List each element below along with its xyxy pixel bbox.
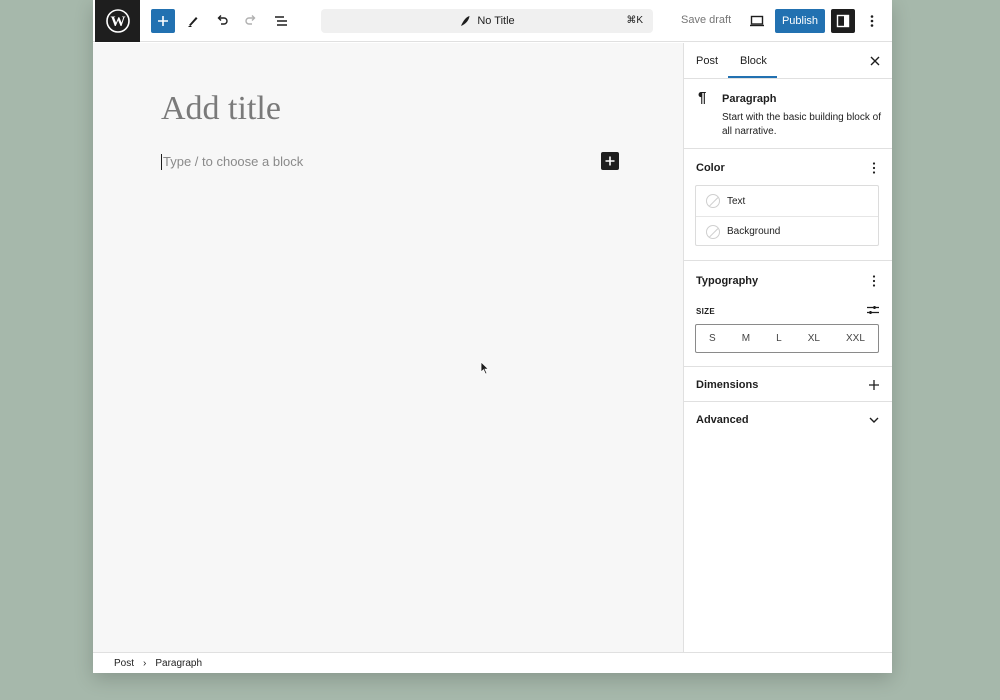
desktop-preview-icon — [750, 15, 764, 27]
plus-icon — [158, 16, 168, 26]
color-option-background[interactable]: Background — [696, 216, 878, 246]
redo-icon — [245, 15, 256, 25]
pen-icon — [188, 17, 198, 27]
settings-sidebar-toggle[interactable] — [831, 9, 855, 33]
list-view-icon — [275, 16, 287, 26]
block-add-button[interactable] — [601, 152, 619, 170]
sidebar-icon — [836, 14, 850, 28]
mouse-cursor-icon — [480, 361, 490, 375]
publish-button[interactable]: Publish — [775, 9, 825, 33]
plus-icon — [605, 156, 615, 166]
close-icon[interactable] — [868, 54, 882, 68]
settings-sidebar: Post Block ¶ Paragraph Start with the ba… — [683, 43, 892, 652]
paragraph-icon: ¶ — [698, 89, 707, 106]
command-palette-bar[interactable]: No Title ⌘K — [321, 9, 653, 33]
advanced-panel[interactable]: Advanced — [684, 402, 892, 437]
post-title-input[interactable]: Add title — [161, 90, 281, 128]
tab-post[interactable]: Post — [696, 55, 718, 67]
dimensions-panel[interactable]: Dimensions — [684, 367, 892, 402]
svg-text:W: W — [110, 14, 125, 30]
tab-block[interactable]: Block — [740, 55, 767, 67]
chevron-down-icon[interactable] — [868, 414, 880, 426]
font-size-l[interactable]: L — [772, 329, 786, 348]
font-size-xl[interactable]: XL — [804, 329, 824, 348]
feather-icon — [461, 16, 470, 26]
save-draft-button[interactable]: Save draft — [681, 14, 731, 26]
typography-panel-title: Typography — [696, 275, 759, 287]
tools-button[interactable] — [181, 9, 205, 33]
redo-button[interactable] — [239, 9, 263, 33]
color-swatch-icon — [706, 194, 720, 208]
font-size-xxl[interactable]: XXL — [842, 329, 869, 348]
color-option-text[interactable]: Text — [696, 186, 878, 216]
dimensions-panel-title: Dimensions — [696, 379, 759, 391]
paragraph-block-input[interactable]: Type / to choose a block — [161, 154, 303, 170]
breadcrumb-item-paragraph[interactable]: Paragraph — [155, 658, 202, 669]
undo-icon — [217, 15, 228, 25]
color-option-label: Background — [727, 226, 781, 237]
typography-panel: Typography SIZE S M L XL XXL — [684, 261, 892, 367]
block-card-title: Paragraph — [722, 93, 777, 105]
shortcut-hint: ⌘K — [626, 15, 643, 26]
breadcrumb-item-post[interactable]: Post — [114, 658, 134, 669]
color-options: Text Background — [695, 185, 879, 246]
color-option-label: Text — [727, 195, 746, 207]
options-button[interactable] — [860, 9, 884, 33]
undo-button[interactable] — [210, 9, 234, 33]
block-inserter-button[interactable] — [151, 9, 175, 33]
more-vertical-icon[interactable] — [868, 274, 880, 288]
document-title-wrap: No Title — [459, 15, 515, 27]
color-panel: Color Text Background — [684, 149, 892, 261]
sidebar-tabs: Post Block — [684, 43, 892, 79]
block-card-description: Start with the basic building block of a… — [722, 112, 881, 137]
color-panel-title: Color — [696, 162, 725, 174]
color-swatch-icon — [706, 224, 720, 239]
font-size-picker: S M L XL XXL — [695, 324, 879, 353]
plus-icon[interactable] — [868, 379, 880, 391]
more-vertical-icon — [870, 15, 874, 27]
editor-canvas[interactable]: Add title Type / to choose a block — [93, 43, 683, 652]
chevron-right-icon: › — [143, 657, 147, 669]
advanced-panel-title: Advanced — [696, 414, 749, 426]
document-title: No Title — [477, 15, 515, 27]
preview-button[interactable] — [745, 9, 769, 33]
block-breadcrumb: Post › Paragraph — [93, 652, 892, 673]
more-vertical-icon[interactable] — [868, 161, 880, 175]
font-size-m[interactable]: M — [738, 329, 754, 348]
font-size-label: SIZE — [696, 307, 715, 316]
active-tab-indicator — [728, 76, 777, 78]
editor-window: W No Title ⌘K Save draft Publish Add tit… — [93, 0, 892, 673]
wordpress-logo-icon[interactable]: W — [95, 0, 140, 42]
custom-size-settings-icon[interactable] — [867, 305, 879, 315]
block-card: ¶ Paragraph Start with the basic buildin… — [684, 79, 892, 149]
editor-toolbar: W No Title ⌘K Save draft Publish — [93, 0, 892, 42]
list-view-button[interactable] — [269, 9, 293, 33]
font-size-s[interactable]: S — [705, 329, 720, 348]
